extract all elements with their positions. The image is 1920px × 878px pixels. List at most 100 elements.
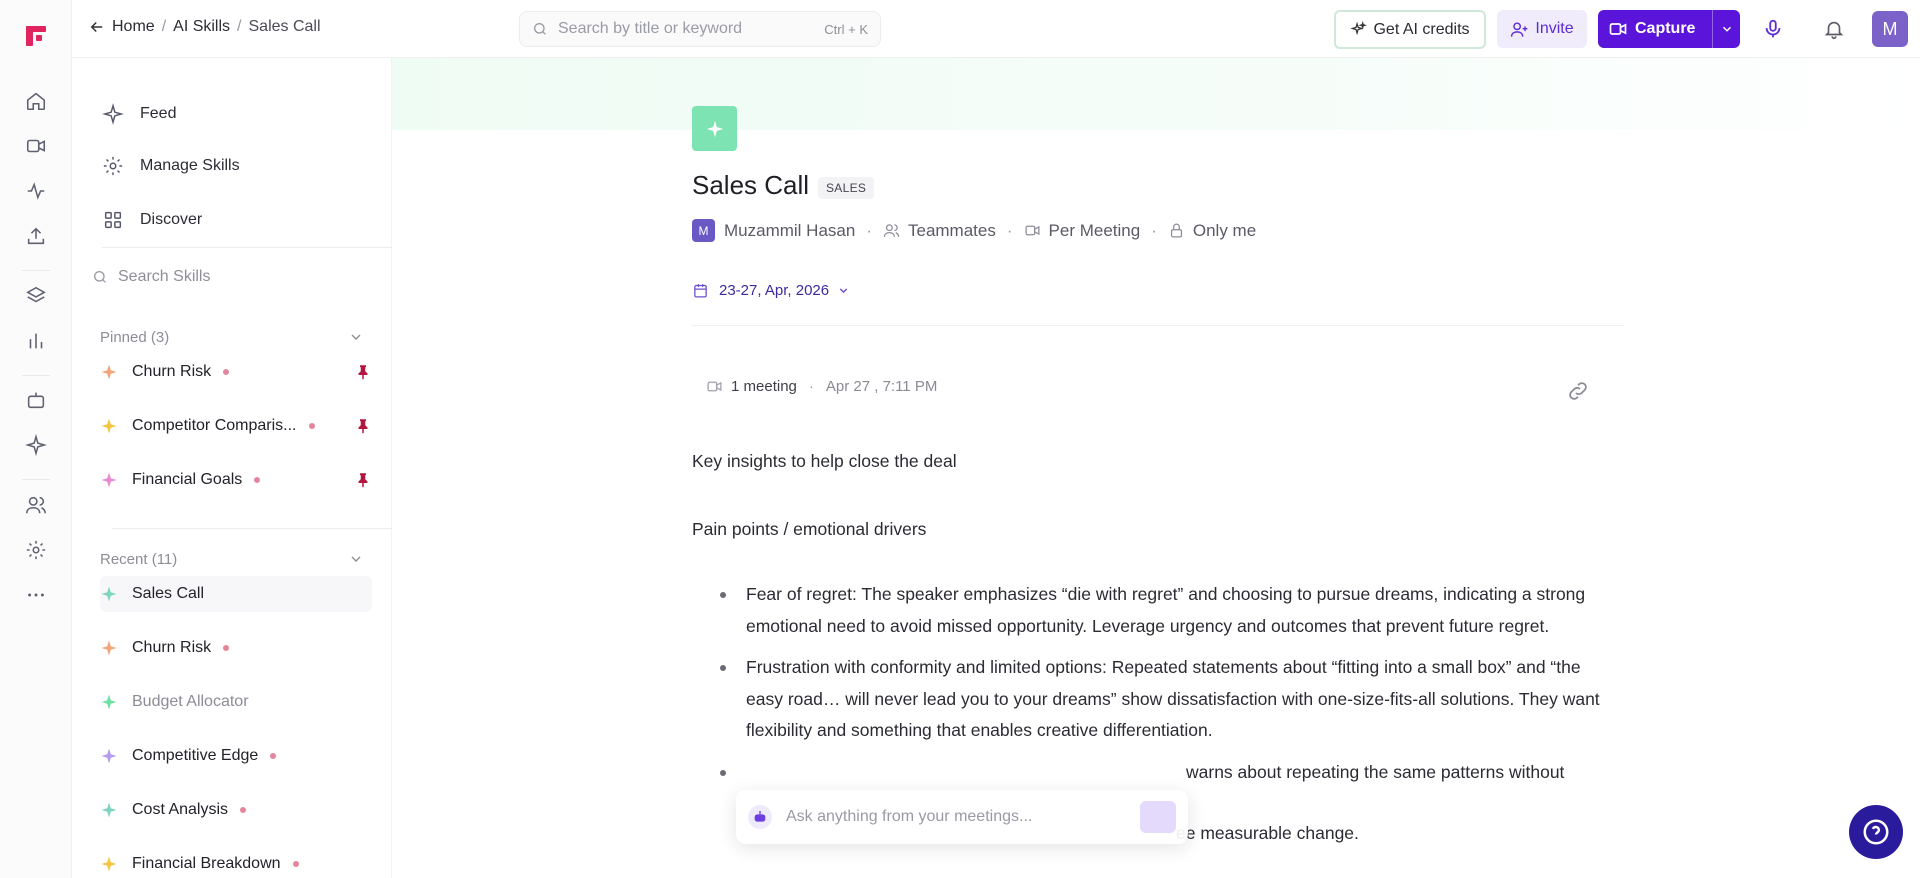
sparkle-icon[interactable] (24, 433, 48, 457)
skill-item[interactable]: Sales Call (100, 576, 372, 612)
skill-item-label: Cost Analysis (132, 801, 229, 818)
audience-label[interactable]: Teammates (908, 221, 996, 241)
pin-icon[interactable] (354, 363, 372, 381)
upload-icon[interactable] (24, 224, 48, 248)
chevron-down-icon[interactable] (348, 329, 364, 345)
breadcrumb-current: Sales Call (248, 18, 321, 35)
meeting-summary: 1 meeting · Apr 27 , 7:11 PM (706, 378, 937, 395)
pin-icon[interactable] (354, 417, 372, 435)
global-search[interactable]: Ctrl + K (519, 11, 881, 47)
home-icon[interactable] (24, 89, 48, 113)
nav-discover[interactable]: Discover (102, 206, 202, 234)
sidebar-divider (102, 247, 392, 248)
search-input[interactable] (558, 20, 825, 38)
frequency-label[interactable]: Per Meeting (1049, 221, 1141, 241)
meta-separator: · (808, 378, 814, 395)
lock-icon (1170, 223, 1182, 238)
skill-item-label: Churn Risk (132, 639, 212, 656)
video-icon[interactable] (24, 134, 48, 158)
grid-icon (104, 211, 122, 229)
users-icon[interactable] (24, 493, 48, 517)
ask-bar[interactable] (736, 790, 1188, 844)
meta-separator: · (1006, 220, 1013, 240)
robot-icon[interactable] (24, 388, 48, 412)
ask-input[interactable] (786, 808, 1140, 826)
video-icon (1025, 225, 1040, 236)
rail-divider (22, 270, 50, 271)
skill-item[interactable]: Cost Analysis (100, 792, 372, 828)
owner-name: Muzammil Hasan (724, 220, 856, 240)
help-icon (1863, 819, 1889, 845)
recent-group-header[interactable]: Recent (11) (100, 547, 364, 571)
unread-dot (270, 753, 277, 759)
breadcrumb-home[interactable]: Home (112, 18, 155, 36)
bell-icon[interactable] (1822, 17, 1846, 41)
user-plus-icon (1511, 21, 1528, 37)
skill-item[interactable]: Financial Breakdown (100, 846, 372, 878)
unread-dot (308, 423, 315, 429)
nav-manage-skills[interactable]: Manage Skills (102, 152, 240, 180)
nav-manage-skills-label: Manage Skills (140, 157, 240, 174)
insight-list: Fear of regret: The speaker emphasizes “… (692, 579, 1622, 798)
skill-item[interactable]: Budget Allocator (100, 684, 372, 720)
user-avatar[interactable]: M (1872, 11, 1908, 47)
visibility-label[interactable]: Only me (1193, 221, 1256, 241)
skill-item-label: Budget Allocator (132, 693, 249, 710)
chevron-down-icon[interactable] (348, 551, 364, 567)
layers-icon[interactable] (24, 284, 48, 308)
skills-search[interactable] (92, 262, 372, 292)
meeting-count[interactable]: 1 meeting (731, 378, 797, 395)
settings-icon[interactable] (24, 538, 48, 562)
recent-group-label: Recent (11) (100, 550, 178, 568)
intro-text: Key insights to help close the deal (692, 451, 957, 471)
unread-dot (254, 477, 261, 483)
meta-separator: · (1151, 220, 1157, 240)
pinned-group-header[interactable]: Pinned (3) (100, 325, 364, 349)
app-logo-icon[interactable] (24, 24, 48, 48)
header-gradient (392, 58, 1920, 130)
skill-tag: SALES (818, 177, 875, 199)
list-item-continuation: ee measurable change. (1176, 823, 1359, 843)
section-heading: Pain points / emotional drivers (692, 519, 927, 539)
invite-button[interactable]: Invite (1497, 10, 1587, 48)
search-icon (94, 271, 106, 283)
sparkles-icon (1350, 21, 1368, 36)
arrow-left-icon[interactable] (88, 18, 106, 36)
skill-item[interactable]: Financial Goals (100, 462, 372, 498)
capture-main[interactable]: Capture (1598, 19, 1712, 39)
unread-dot (223, 369, 230, 375)
capture-dropdown[interactable] (1712, 10, 1740, 48)
date-range-picker[interactable]: 23-27, Apr, 2026 (692, 282, 850, 299)
skill-item-label: Churn Risk (132, 363, 212, 380)
breadcrumb: Home / AI Skills / Sales Call (88, 18, 321, 36)
skills-search-input[interactable] (118, 268, 372, 286)
get-ai-credits-button[interactable]: Get AI credits (1334, 10, 1486, 49)
sparkle-icon (101, 856, 117, 872)
skill-item[interactable]: Competitor Comparis... (100, 408, 372, 444)
nav-feed-label: Feed (140, 105, 177, 122)
meeting-time: Apr 27 , 7:11 PM (825, 378, 938, 395)
skill-item-label: Competitor Comparis... (132, 417, 297, 434)
skill-item[interactable]: Churn Risk (100, 630, 372, 666)
capture-label: Capture (1635, 20, 1696, 37)
link-icon[interactable] (1566, 379, 1590, 403)
pin-icon[interactable] (354, 471, 372, 489)
skill-item[interactable]: Competitive Edge (100, 738, 372, 774)
nav-feed[interactable]: Feed (102, 100, 176, 128)
help-button[interactable] (1849, 805, 1903, 859)
skill-item-label: Sales Call (132, 585, 205, 602)
content-divider (692, 325, 1624, 326)
skill-item[interactable]: Churn Risk (100, 354, 372, 390)
more-icon[interactable] (24, 583, 48, 607)
pinned-group-label: Pinned (3) (100, 328, 170, 346)
send-button[interactable] (1140, 801, 1176, 833)
breadcrumb-ai-skills[interactable]: AI Skills (173, 18, 230, 36)
invite-label: Invite (1535, 20, 1574, 37)
microphone-icon[interactable] (1761, 17, 1785, 41)
activity-icon[interactable] (24, 179, 48, 203)
capture-button[interactable]: Capture (1598, 10, 1740, 48)
sparkle-icon (101, 802, 117, 818)
icon-rail (0, 0, 72, 878)
bar-chart-icon[interactable] (24, 329, 48, 353)
sparkle-icon (101, 748, 117, 764)
